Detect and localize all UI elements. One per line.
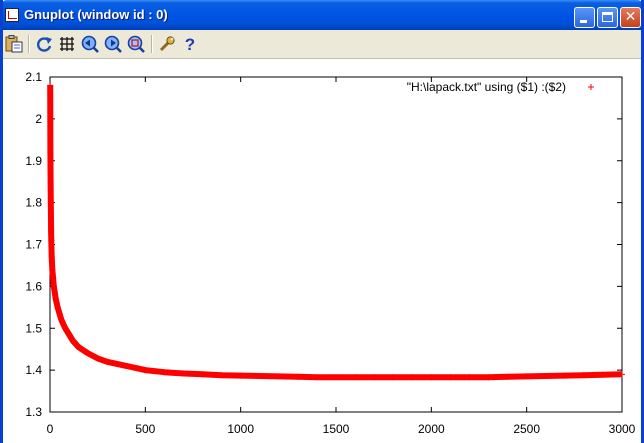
x-tick-label: 1000 (227, 422, 254, 436)
toolbar: ? (0, 30, 644, 59)
help-label: ? (185, 35, 195, 54)
y-tick-label: 1.9 (25, 154, 42, 168)
x-tick-label: 3000 (609, 422, 636, 436)
replot-icon[interactable] (34, 34, 54, 54)
title-bar[interactable]: Gnuplot (window id : 0) ✕ (0, 0, 644, 30)
y-tick-label: 1.5 (25, 321, 42, 335)
plot-border (49, 76, 623, 413)
zoom-forward-icon[interactable] (103, 34, 123, 54)
gnuplot-app-icon[interactable] (5, 8, 19, 22)
gnuplot-window: Gnuplot (window id : 0) ✕ ? 0 500 1000 1… (0, 0, 644, 443)
minimize-button[interactable] (574, 7, 595, 28)
zoom-icon[interactable] (126, 34, 146, 54)
x-tick-label: 1500 (323, 422, 350, 436)
x-tick-label: 0 (47, 422, 54, 436)
close-button[interactable]: ✕ (620, 7, 641, 28)
maximize-button[interactable] (597, 7, 618, 28)
y-tick-label: 1.4 (25, 363, 42, 377)
window-frame (0, 0, 3, 443)
maximize-icon (602, 12, 613, 22)
close-icon: ✕ (624, 9, 637, 25)
toolbar-separator (151, 35, 153, 53)
minimize-icon (580, 20, 587, 23)
y-tick-label: 1.3 (25, 405, 42, 419)
zoom-back-icon[interactable] (80, 34, 100, 54)
window-title: Gnuplot (window id : 0) (24, 7, 168, 22)
options-icon[interactable] (157, 34, 177, 54)
x-tick-label: 500 (135, 422, 155, 436)
x-tick-label: 2000 (418, 422, 445, 436)
legend-label: "H:\lapack.txt" using ($1) :($2) (407, 80, 566, 94)
toolbar-separator (28, 35, 30, 53)
y-tick-label: 1.6 (25, 279, 42, 293)
help-icon[interactable]: ? (180, 34, 200, 54)
y-tick-label: 2.1 (25, 70, 42, 84)
grid-icon[interactable] (57, 34, 77, 54)
x-tick-label: 2500 (513, 422, 540, 436)
y-tick-label: 2 (35, 112, 42, 126)
plot-area[interactable]: 0 500 1000 1500 2000 2500 3000 1.3 1.4 1.5 1.6 1.7 1… (0, 59, 644, 443)
y-tick-label: 1.7 (25, 238, 42, 252)
data-series-band (47, 85, 623, 381)
y-tick-label: 1.8 (25, 196, 42, 210)
chart-canvas[interactable]: 0 500 1000 1500 2000 2500 3000 1.3 1.4 1.5 1.6 1.7 1… (0, 59, 644, 443)
data-point (588, 84, 594, 90)
paste-icon[interactable] (4, 34, 24, 54)
